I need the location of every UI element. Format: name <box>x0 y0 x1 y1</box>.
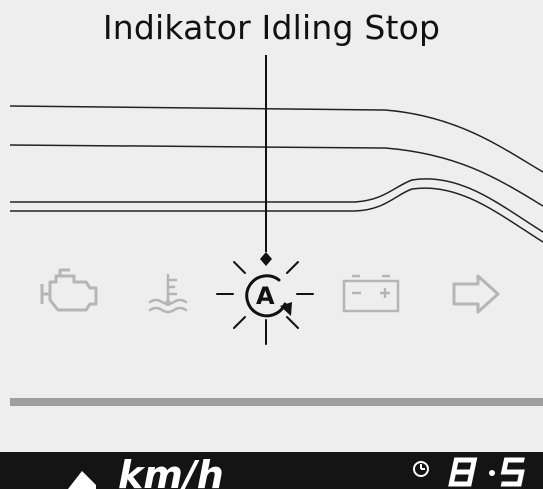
callout-pointer-diamond <box>260 252 272 266</box>
svg-text:A: A <box>256 282 275 310</box>
panel-contour-lines <box>9 105 543 243</box>
speed-unit-label: km/h <box>118 453 224 489</box>
idling-stop-icon: A <box>216 261 314 345</box>
clock-colon <box>489 470 495 476</box>
clock-icon <box>413 461 429 477</box>
contour-line-4 <box>10 187 543 243</box>
coolant-temperature-icon <box>148 273 188 314</box>
panel-drawing: A <box>9 55 543 406</box>
clock-digit-5 <box>500 457 525 487</box>
contour-line-1 <box>9 105 543 173</box>
panel-separator-bar <box>10 398 543 406</box>
instrument-panel-diagram: Indikator Idling Stop A km/h <box>0 0 543 489</box>
speed-needle-icon <box>14 471 96 489</box>
battery-charge-icon <box>342 274 400 313</box>
clock-digit-8 <box>448 457 478 487</box>
bottom-display: km/h <box>0 452 543 489</box>
contour-line-2 <box>9 144 543 207</box>
contour-line-3 <box>10 178 543 233</box>
bottom-display-graphics <box>14 457 525 489</box>
check-engine-icon <box>40 268 98 312</box>
turn-signal-right-icon <box>452 274 500 314</box>
